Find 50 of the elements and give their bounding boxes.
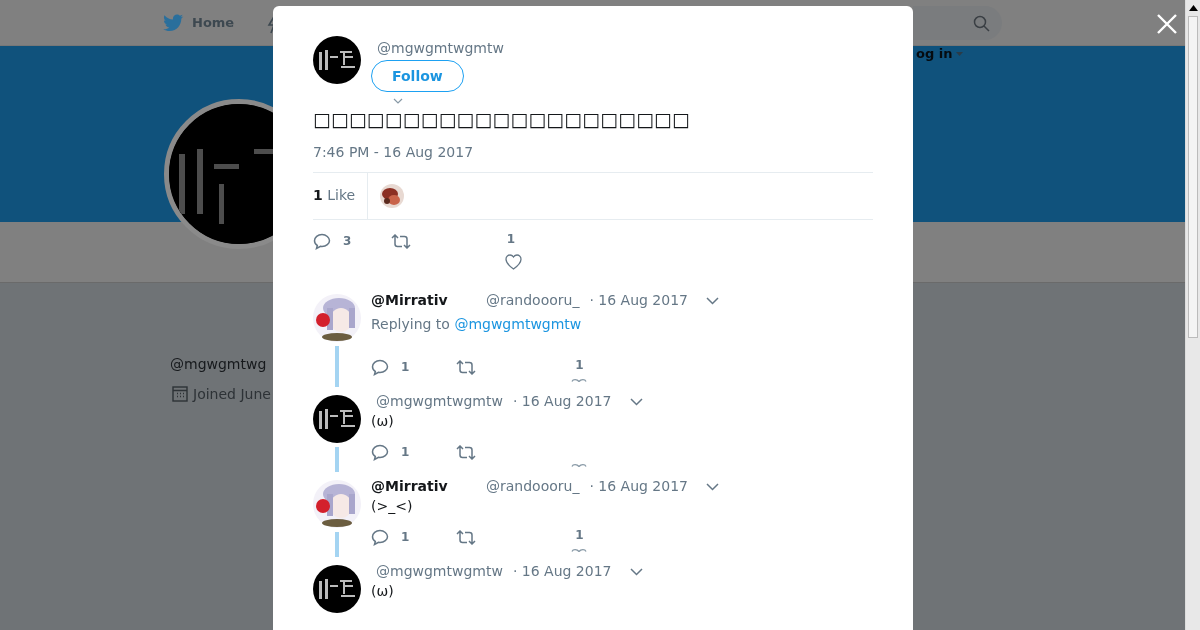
user-name[interactable]: @Mirrativ — [371, 478, 486, 494]
profile-handle: @mgwgmtwg — [170, 356, 267, 372]
reply-count: 1 — [401, 445, 410, 459]
scrollbar[interactable] — [1185, 0, 1200, 630]
like-count: 1 — [575, 358, 584, 372]
reply-text: (ω) — [371, 582, 395, 601]
search-field[interactable] — [913, 6, 1002, 40]
heart-icon[interactable] — [505, 254, 523, 270]
calendar-icon — [172, 385, 188, 402]
caret-icon[interactable] — [629, 568, 643, 576]
caret-icon[interactable] — [706, 297, 719, 305]
like-count: 1 — [506, 232, 516, 246]
scroll-up-icon[interactable] — [1189, 5, 1198, 11]
reply-text: (>_<) — [371, 497, 414, 516]
reply-icon[interactable] — [313, 232, 331, 250]
like-count[interactable]: 1 Like — [313, 173, 369, 219]
follow-button[interactable]: Follow — [371, 60, 464, 92]
user-handle[interactable]: @mgwgmtwgmtw — [377, 40, 504, 56]
tweet-time[interactable]: 7:46 PM - 16 Aug 2017 — [313, 144, 873, 160]
retweet-icon[interactable] — [456, 444, 477, 460]
user-handle[interactable]: @randoooru_ — [486, 292, 580, 308]
mention-link[interactable]: @mgwgmtwgmtw — [454, 316, 582, 332]
user-handle[interactable]: @mgwgmtwgmtw — [376, 563, 503, 579]
reply-count: 1 — [401, 360, 410, 374]
user-name[interactable]: @Mirrativ — [371, 292, 486, 308]
reply-icon[interactable] — [371, 528, 389, 546]
user-handle[interactable]: @mgwgmtwgmtw — [376, 393, 503, 409]
reply-text: (ω) — [371, 412, 395, 431]
reply-date[interactable]: · 16 Aug 2017 — [589, 292, 688, 308]
reply-icon[interactable] — [371, 358, 389, 376]
reply-date[interactable]: · 16 Aug 2017 — [589, 478, 688, 494]
retweet-icon[interactable] — [391, 233, 412, 249]
reply-count: 1 — [401, 530, 410, 544]
tweet-text: □□□□□□□□□□□□□□□□□□□□□ — [313, 107, 690, 132]
close-icon[interactable] — [1157, 14, 1177, 34]
search-icon[interactable] — [973, 14, 990, 32]
caret-icon[interactable] — [706, 483, 719, 491]
user-handle[interactable]: @randoooru_ — [486, 478, 580, 494]
retweet-icon[interactable] — [456, 359, 477, 375]
retweet-icon[interactable] — [456, 529, 477, 545]
caret-icon — [956, 52, 963, 57]
reply-count: 3 — [343, 234, 352, 248]
caret-icon[interactable] — [629, 398, 643, 406]
joined-date: Joined June — [193, 385, 271, 402]
like-count: 1 — [575, 528, 584, 542]
reply-icon[interactable] — [371, 443, 389, 461]
reply-date[interactable]: · 16 Aug 2017 — [512, 563, 612, 579]
replying-label: Replying to — [371, 316, 450, 332]
caret-icon[interactable] — [393, 98, 403, 104]
reply-date[interactable]: · 16 Aug 2017 — [512, 393, 612, 409]
